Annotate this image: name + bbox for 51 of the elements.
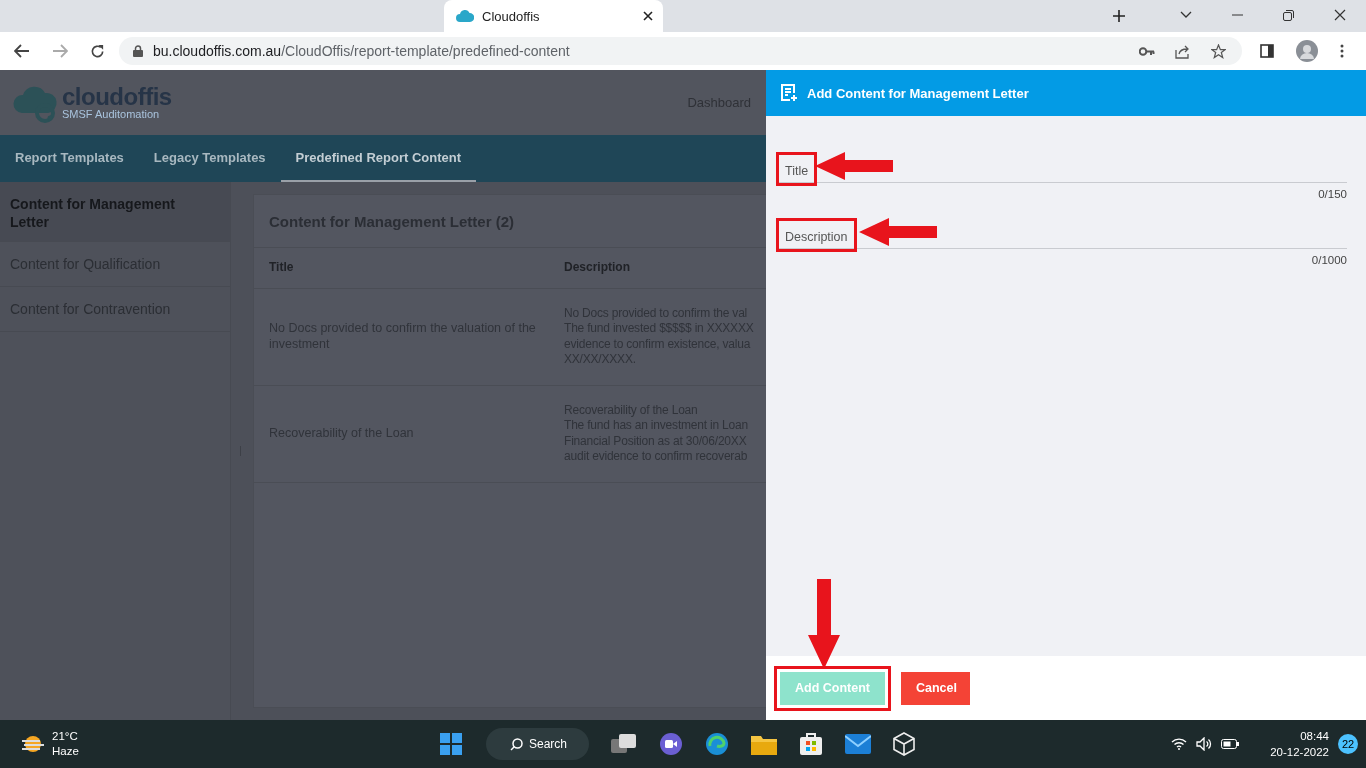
column-header: Description	[564, 260, 630, 276]
tab-title: Cloudoffis	[482, 8, 541, 24]
reload-icon[interactable]	[90, 43, 105, 59]
restore-icon[interactable]	[1283, 9, 1294, 21]
browser-icon[interactable]	[705, 732, 730, 756]
lock-icon[interactable]	[133, 45, 143, 57]
note-add-icon	[780, 84, 798, 102]
nav-tab[interactable]: Report Templates	[15, 135, 139, 182]
weather-condition: Haze	[52, 744, 79, 759]
wifi-icon[interactable]	[1171, 738, 1188, 750]
folder-icon[interactable]	[751, 733, 778, 755]
input-field[interactable]: Description	[776, 216, 1347, 249]
task-view-icon[interactable]	[611, 733, 638, 755]
chevron-down-icon[interactable]	[1180, 11, 1192, 19]
menu-icon[interactable]	[1340, 44, 1344, 58]
sun-haze-icon	[20, 733, 46, 755]
cloud-icon	[456, 9, 474, 23]
close-icon[interactable]	[643, 11, 653, 21]
avatar-icon[interactable]	[1296, 40, 1318, 62]
taskbar-search[interactable]: Search	[486, 728, 590, 760]
clock-time[interactable]: 08:44	[1300, 728, 1329, 744]
logo-tagline: SMSF Auditomation	[62, 109, 161, 120]
character-counter: 0/1000	[1311, 254, 1347, 266]
nav-tab[interactable]: Legacy Templates	[138, 135, 281, 182]
notification-badge[interactable]: 22	[1338, 734, 1358, 754]
cube-icon[interactable]	[893, 732, 916, 756]
close-icon[interactable]	[1334, 9, 1346, 21]
field-label: Title	[785, 164, 809, 178]
windows-start-icon[interactable]	[440, 733, 462, 755]
store-icon[interactable]	[799, 732, 824, 756]
drawer-title: Add Content for Management Letter	[807, 85, 1029, 101]
browser-tab[interactable]: Cloudoffis	[444, 0, 663, 32]
column-header: Title	[269, 260, 295, 276]
character-counter: 0/150	[1318, 188, 1347, 200]
video-chat-icon[interactable]	[659, 732, 684, 756]
key-icon[interactable]	[1139, 46, 1155, 56]
back-arrow-icon[interactable]	[14, 44, 30, 58]
field-label: Description	[785, 230, 848, 244]
clock-date[interactable]: 20-12-2022	[1270, 744, 1329, 760]
plus-icon[interactable]	[1113, 10, 1125, 22]
search-icon	[510, 737, 523, 751]
cancel-button[interactable]: Cancel	[901, 671, 970, 705]
battery-icon[interactable]	[1221, 739, 1240, 749]
star-icon[interactable]	[1211, 43, 1226, 59]
mail-icon[interactable]	[845, 734, 872, 754]
share-icon[interactable]	[1175, 43, 1191, 59]
speaker-icon[interactable]	[1196, 737, 1213, 751]
temperature: 21°C	[52, 729, 79, 744]
input-field[interactable]: Title	[776, 150, 1347, 183]
side-panel-icon[interactable]	[1260, 44, 1274, 58]
nav-tab[interactable]: Predefined Report Content	[280, 135, 476, 182]
